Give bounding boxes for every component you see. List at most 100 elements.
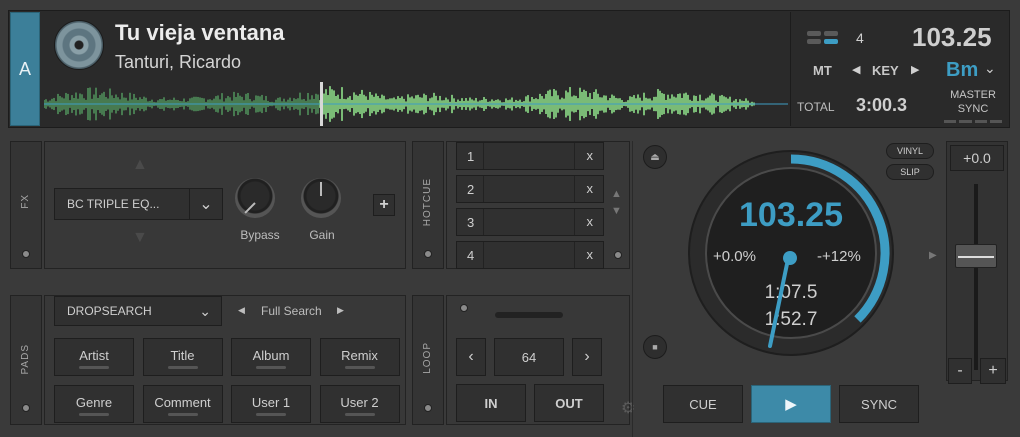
loop-progress-bar bbox=[495, 312, 563, 318]
loop-double-button[interactable]: › bbox=[572, 338, 602, 376]
pad-button-indicator bbox=[256, 413, 286, 416]
hotcue-slot-number: 2 bbox=[467, 182, 475, 197]
hotcue-slot[interactable]: 3x bbox=[456, 208, 604, 236]
loop-tab[interactable]: LOOP bbox=[412, 295, 444, 425]
pad-button-label: User 1 bbox=[251, 395, 291, 410]
fx-tab[interactable]: FX bbox=[10, 141, 42, 269]
loop-halve-button[interactable]: ‹ bbox=[456, 338, 486, 376]
hotcue-clear-button[interactable]: x bbox=[587, 247, 594, 262]
master-sync-button[interactable]: MASTER SYNC bbox=[944, 88, 1002, 116]
loop-size-value: 64 bbox=[521, 349, 537, 365]
track-title: Tu vieja ventana bbox=[115, 20, 285, 45]
pitch-fader-handle[interactable] bbox=[955, 244, 997, 268]
pads-tab-label: PADS bbox=[20, 344, 31, 375]
cue-button[interactable]: CUE bbox=[663, 385, 743, 423]
hotcue-slot[interactable]: 1x bbox=[456, 142, 604, 170]
hotcue-down-icon[interactable]: ▼ bbox=[611, 205, 622, 217]
pad-button[interactable]: Album bbox=[231, 338, 311, 376]
pad-button[interactable]: Title bbox=[142, 338, 223, 376]
fx-select-value: BC TRIPLE EQ... bbox=[67, 197, 160, 211]
pad-button[interactable]: Comment bbox=[142, 385, 223, 423]
hotcue-divider bbox=[574, 242, 575, 268]
jog-remaining-time: 1:52.7 bbox=[764, 309, 818, 330]
hotcue-divider bbox=[483, 242, 484, 268]
hotcue-divider bbox=[483, 143, 484, 169]
jog-side-arrow-icon[interactable]: ▶ bbox=[929, 250, 937, 261]
hotcue-slot[interactable]: 2x bbox=[456, 175, 604, 203]
key-down-icon[interactable]: ◀ bbox=[852, 63, 860, 76]
pad-button-label: Genre bbox=[75, 395, 113, 410]
pad-button[interactable]: User 2 bbox=[319, 385, 400, 423]
scope-prev-icon[interactable]: ◀ bbox=[238, 305, 245, 316]
loop-tab-label: LOOP bbox=[422, 342, 433, 374]
pitch-value-display[interactable]: +0.0 bbox=[950, 145, 1004, 171]
pitch-minus-button[interactable]: - bbox=[948, 358, 972, 384]
total-time[interactable]: 3:00.3 bbox=[856, 95, 907, 116]
sync-indicator bbox=[944, 120, 1002, 123]
eject-icon[interactable]: ⏏ bbox=[643, 145, 667, 169]
pitch-value: +0.0 bbox=[963, 150, 991, 166]
hotcue-tab[interactable]: HOTCUE bbox=[412, 141, 444, 269]
pad-button-label: Artist bbox=[79, 348, 109, 363]
hotcue-clear-button[interactable]: x bbox=[587, 214, 594, 229]
pad-button[interactable]: Artist bbox=[54, 338, 134, 376]
deck-letter-button[interactable]: A bbox=[10, 12, 40, 126]
hotcue-slot-number: 3 bbox=[467, 215, 475, 230]
pad-button-indicator bbox=[344, 366, 375, 369]
fx-next-icon[interactable]: ▼ bbox=[132, 229, 148, 247]
bypass-knob[interactable] bbox=[235, 178, 275, 218]
scope-next-icon[interactable]: ▶ bbox=[337, 305, 344, 316]
hotcue-divider bbox=[574, 176, 575, 202]
hotcue-clear-button[interactable]: x bbox=[587, 181, 594, 196]
key-value[interactable]: Bm bbox=[946, 59, 978, 82]
fx-prev-icon[interactable]: ▲ bbox=[132, 156, 148, 174]
jog-pitch-range: -+12% bbox=[817, 248, 861, 265]
loop-active-led bbox=[460, 304, 468, 312]
hotcue-divider bbox=[574, 143, 575, 169]
hotcue-tab-label: HOTCUE bbox=[422, 178, 433, 227]
master-tempo-button[interactable]: MT bbox=[813, 63, 832, 78]
bpm-display[interactable]: 103.25 bbox=[912, 22, 992, 53]
pads-mode-value: DROPSEARCH bbox=[67, 304, 152, 318]
sync-label: SYNC bbox=[957, 103, 989, 115]
jog-playhead-needle bbox=[768, 262, 789, 348]
key-up-icon[interactable]: ▶ bbox=[911, 63, 919, 76]
hotcue-up-icon[interactable]: ▲ bbox=[611, 188, 622, 200]
pad-button-indicator bbox=[79, 366, 109, 369]
loop-in-button[interactable]: IN bbox=[456, 384, 526, 422]
pad-button[interactable]: User 1 bbox=[231, 385, 311, 423]
pad-button-label: Remix bbox=[341, 348, 378, 363]
gain-knob-indicator bbox=[320, 182, 322, 196]
play-button[interactable]: ▶ bbox=[751, 385, 831, 423]
jog-bpm: 103.25 bbox=[739, 196, 843, 234]
bypass-label: Bypass bbox=[240, 228, 280, 242]
chevron-down-icon[interactable]: ⌄ bbox=[984, 60, 996, 77]
hotcue-clear-button[interactable]: x bbox=[587, 148, 594, 163]
pad-button-indicator bbox=[167, 413, 198, 416]
pad-button-indicator bbox=[256, 366, 286, 369]
pads-tab[interactable]: PADS bbox=[10, 295, 42, 425]
fx-dropdown-chevron-icon[interactable]: ⌄ bbox=[189, 188, 223, 220]
hotcue-slot[interactable]: 4x bbox=[456, 241, 604, 269]
pitch-plus-button[interactable]: + bbox=[980, 358, 1006, 384]
sync-button[interactable]: SYNC bbox=[839, 385, 919, 423]
loop-out-button[interactable]: OUT bbox=[534, 384, 604, 422]
fx-select[interactable]: BC TRIPLE EQ... bbox=[54, 188, 190, 220]
waveform-overview[interactable] bbox=[44, 82, 788, 126]
add-fx-button[interactable]: + bbox=[373, 194, 395, 216]
pad-button[interactable]: Genre bbox=[54, 385, 134, 423]
pads-led bbox=[22, 404, 30, 412]
pitch-fader-track bbox=[974, 184, 978, 370]
deck-layout-icon[interactable] bbox=[806, 30, 840, 46]
loop-size-display[interactable]: 64 bbox=[494, 338, 564, 376]
pad-button-indicator bbox=[344, 413, 375, 416]
pad-button-label: Comment bbox=[154, 395, 211, 410]
stop-icon[interactable]: ■ bbox=[643, 335, 667, 359]
waveform-playhead bbox=[320, 82, 323, 126]
pads-mode-select[interactable]: DROPSEARCH ⌄ bbox=[54, 296, 222, 326]
hotcue-divider bbox=[574, 209, 575, 235]
pad-button-label: Album bbox=[252, 348, 290, 363]
jog-elapsed-time: 1:07.5 bbox=[764, 282, 818, 303]
pad-button[interactable]: Remix bbox=[319, 338, 400, 376]
hotcue-divider bbox=[483, 209, 484, 235]
